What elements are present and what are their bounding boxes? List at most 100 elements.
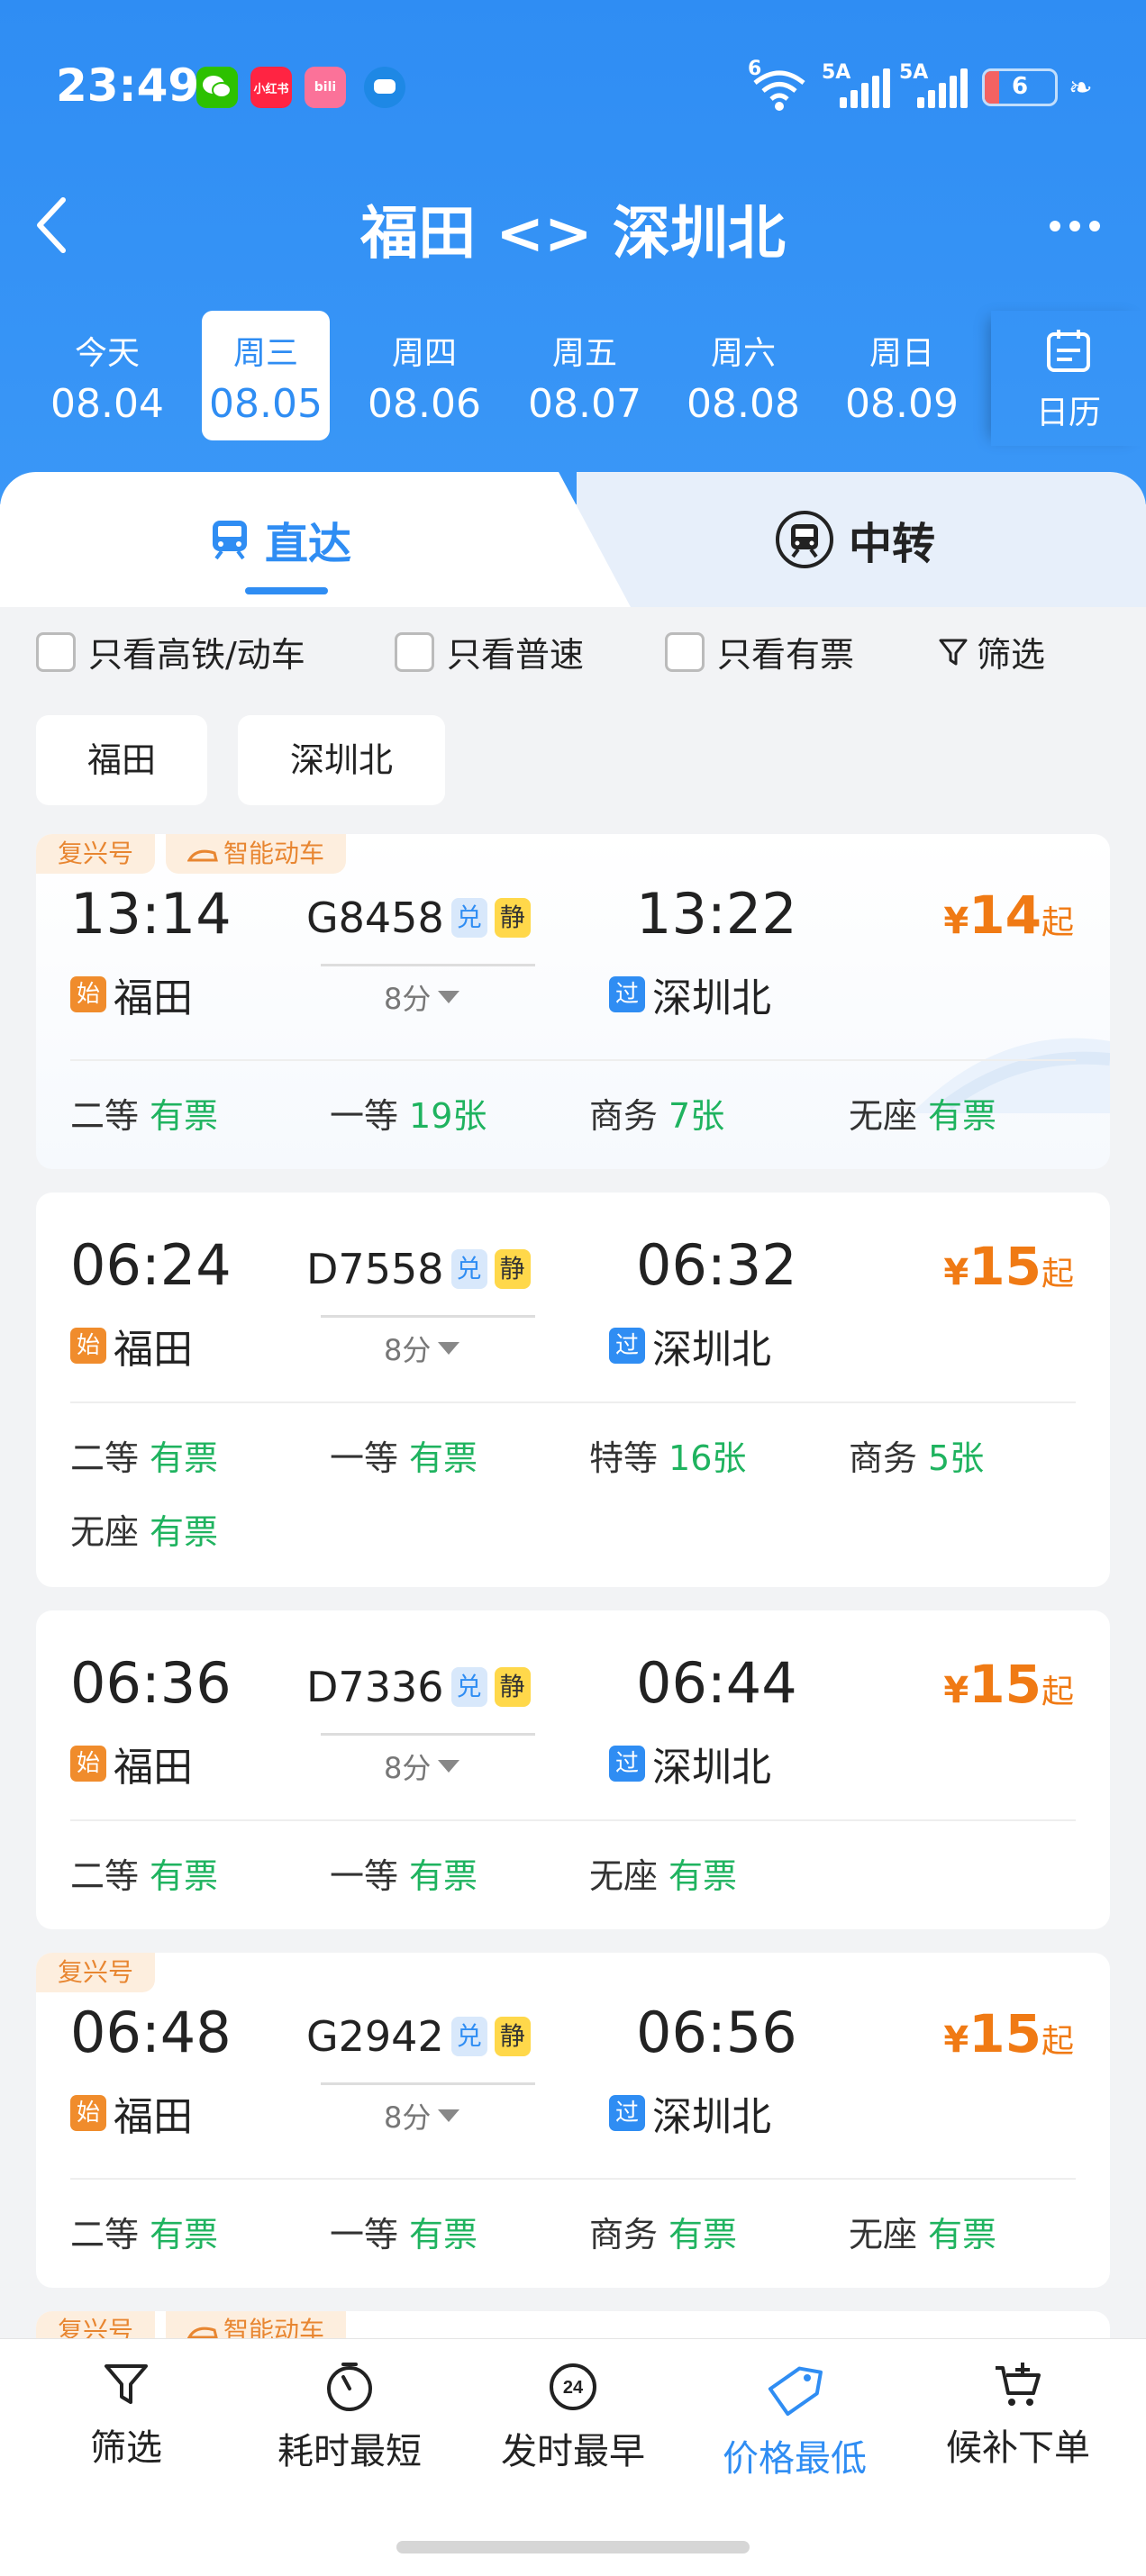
origin-station: 始福田 [70, 1317, 193, 1374]
calendar-label: 日历 [1035, 395, 1101, 431]
duration-label: 8分 [384, 1333, 432, 1367]
seat-availability: 有票 [409, 1438, 478, 1478]
date-item-5[interactable]: 周日 08.09 [838, 311, 966, 440]
seat-type: 商务 [849, 1438, 918, 1478]
date-item-3[interactable]: 周五 08.07 [521, 311, 649, 440]
date-weekday: 周日 [869, 335, 934, 372]
checkbox-available[interactable]: 只看有票 [665, 627, 854, 676]
sort-cheapest-button[interactable]: 价格最低 [687, 2361, 903, 2481]
station-chip-from[interactable]: 福田 [36, 715, 207, 805]
train-card[interactable]: 复兴号 06:48 G2942 兑 静 06:56 ¥15起 8分 始福田 过深… [36, 1953, 1110, 2288]
checkbox-high-speed[interactable]: 只看高铁/动车 [36, 627, 305, 676]
departure-time: 06:48 [70, 2000, 232, 2065]
waitlist-button[interactable]: 候补下单 [910, 2361, 1126, 2471]
price-value: 15 [969, 1236, 1041, 1297]
seat-info: 二等 有票 [70, 2207, 218, 2256]
seat-info: 一等 有票 [330, 2207, 478, 2256]
tab-indicator [245, 587, 328, 594]
quiet-badge: 静 [494, 1667, 531, 1707]
arrival-time: 06:56 [636, 2000, 797, 2065]
tab-direct[interactable]: 直达 [209, 508, 351, 571]
seat-type: 一等 [330, 2215, 399, 2254]
sort-shortest-button[interactable]: 耗时最短 [241, 2361, 458, 2474]
departure-time: 06:36 [70, 1650, 232, 1716]
price-suffix: 起 [1041, 2023, 1074, 2060]
date-selector: 今天 08.04 周三 08.05 周四 08.06 周五 08.07 周六 0… [0, 311, 1146, 446]
clock-24-icon: 24 [550, 2363, 596, 2410]
caret-down-icon [438, 1342, 460, 1355]
calendar-button[interactable]: 日历 [991, 311, 1146, 446]
destination-station: 过深圳北 [609, 2084, 771, 2142]
date-value: 08.04 [50, 381, 164, 427]
exchange-badge: 兑 [450, 2017, 487, 2056]
start-badge: 始 [70, 1746, 106, 1782]
date-value: 08.09 [845, 381, 959, 427]
seat-availability: 5张 [928, 1438, 985, 1478]
arrival-time: 06:32 [636, 1232, 797, 1298]
date-item-1[interactable]: 周三 08.05 [202, 311, 330, 440]
price: ¥15起 [943, 2003, 1074, 2064]
duration-label: 8分 [384, 2100, 432, 2135]
seat-availability: 7张 [668, 1096, 725, 1136]
date-value: 08.07 [528, 381, 641, 427]
filter-link[interactable]: 筛选 [937, 627, 1045, 676]
bottom-filter-label: 筛选 [90, 2427, 162, 2469]
quiet-badge: 静 [494, 898, 531, 938]
seat-availability: 有票 [150, 2215, 219, 2254]
date-value: 08.05 [209, 381, 323, 427]
date-weekday: 周四 [391, 335, 457, 372]
seat-type: 特等 [589, 1438, 659, 1478]
price-value: 15 [969, 1654, 1041, 1715]
train-card[interactable]: 复兴号 智能动车 13:14 G8458 兑 静 13:22 ¥14起 8分 始… [36, 834, 1110, 1169]
date-item-2[interactable]: 周四 08.06 [360, 311, 488, 440]
route-title: 福田 <> 深圳北 [360, 201, 786, 268]
battery-level: 6 [1011, 73, 1029, 100]
more-button[interactable] [1050, 221, 1100, 231]
date-value: 08.06 [368, 381, 481, 427]
bottom-filter-button[interactable]: 筛选 [18, 2361, 234, 2471]
duration-toggle[interactable]: 8分 [384, 1328, 460, 1369]
train-tags: 复兴号 智能动车 [36, 834, 347, 874]
quiet-badge: 静 [494, 2017, 531, 2056]
seat-type: 二等 [70, 1096, 140, 1136]
checkbox-label: 只看高铁/动车 [88, 635, 305, 675]
seat-type: 无座 [589, 1856, 659, 1896]
train-card[interactable]: 06:36 D7336 兑 静 06:44 ¥15起 8分 始福田 过深圳北 二… [36, 1610, 1110, 1929]
seat-info: 二等 有票 [70, 1848, 218, 1898]
price-value: 14 [969, 884, 1041, 946]
duration-toggle[interactable]: 8分 [384, 2095, 460, 2136]
train-number-label: D7336 [306, 1663, 444, 1711]
duration-toggle[interactable]: 8分 [384, 1746, 460, 1787]
train-card[interactable]: 06:24 D7558 兑 静 06:32 ¥15起 8分 始福田 过深圳北 二… [36, 1193, 1110, 1587]
seat-availability: 有票 [150, 1096, 219, 1136]
exchange-badge: 兑 [450, 898, 487, 938]
signal-sim1-icon: 5A [822, 61, 894, 108]
tag-smart-emu: 智能动车 [166, 834, 347, 874]
seat-availability: 有票 [409, 1856, 478, 1896]
departure-time: 06:24 [70, 1232, 232, 1298]
train-number: G2942 兑 静 [306, 2012, 531, 2061]
date-item-0[interactable]: 今天 08.04 [43, 311, 171, 440]
price: ¥14起 [943, 884, 1074, 946]
checkbox-normal[interactable]: 只看普速 [395, 627, 584, 676]
cart-plus-icon [996, 2363, 1041, 2406]
duration-toggle[interactable]: 8分 [384, 976, 460, 1018]
seat-type: 一等 [330, 1856, 399, 1896]
seat-info: 商务 5张 [849, 1430, 984, 1480]
message-icon [364, 67, 405, 108]
duration-label: 8分 [384, 1751, 432, 1785]
clock-24-text: 24 [563, 2378, 584, 2398]
date-weekday: 周六 [710, 335, 776, 372]
tab-transfer[interactable]: 中转 [775, 508, 935, 571]
tab-transfer-label: 中转 [849, 519, 936, 569]
seat-info: 无座 有票 [589, 1848, 737, 1898]
sort-shortest-label: 耗时最短 [277, 2431, 422, 2472]
sort-earliest-label: 发时最早 [501, 2431, 645, 2472]
price-suffix: 起 [1041, 1673, 1074, 1710]
date-item-4[interactable]: 周六 08.08 [679, 311, 807, 440]
station-chip-to[interactable]: 深圳北 [238, 715, 445, 805]
destination-station: 过深圳北 [609, 1735, 771, 1792]
seat-availability: 19张 [409, 1096, 487, 1136]
sort-earliest-button[interactable]: 24 发时最早 [465, 2361, 681, 2474]
seat-availability: 有票 [928, 1096, 997, 1136]
